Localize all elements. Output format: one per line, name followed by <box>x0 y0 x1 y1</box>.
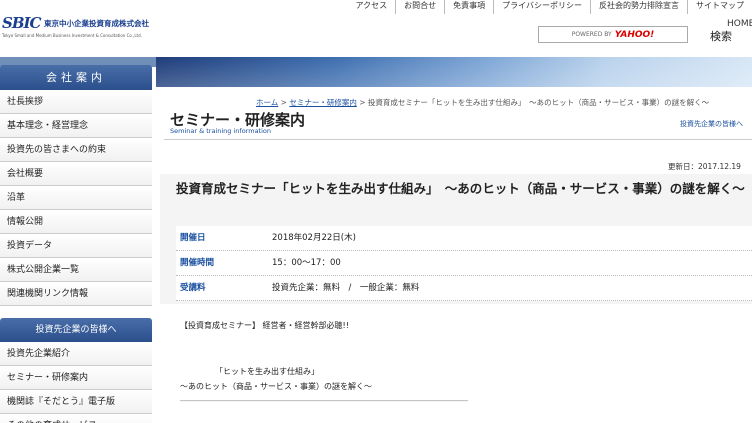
nav-sitemap[interactable]: サイトマップ <box>687 0 752 14</box>
title-divider <box>164 139 752 140</box>
info-value-date: 2018年02月22日(木) <box>272 233 356 243</box>
sidebar-item-promise[interactable]: 投資先の皆さまへの約束 <box>0 138 152 162</box>
logo-english-name: Tokyo Small and Medium Business Investme… <box>2 33 142 38</box>
info-value-fee: 投資先企業：無料 / 一般企業：無料 <box>272 283 420 293</box>
sidebar-item-philosophy[interactable]: 基本理念・経営理念 <box>0 114 152 138</box>
banner-overlay <box>156 57 752 87</box>
sidebar-item-investee-intro[interactable]: 投資先企業紹介 <box>0 342 152 366</box>
info-label-fee: 受講料 <box>180 283 206 293</box>
nav-antisocial[interactable]: 反社会的勢力排除宣言 <box>590 0 687 14</box>
text-divider: ―――――――――――――――――――――――――――――――――――― <box>180 396 468 405</box>
breadcrumb-current: > 投資育成セミナー「ヒットを生み出す仕組み」 ～あのヒット（商品・サービス・事… <box>356 98 710 107</box>
nav-disclaimer[interactable]: 免責事項 <box>444 0 493 14</box>
updated-date: 更新日：2017.12.19 <box>668 162 741 171</box>
table-row: 開催日 2018年02月22日(木) <box>176 226 752 251</box>
quote-line-1: 「ヒットを生み出す仕組み」 <box>215 367 319 376</box>
sidebar-item-overview[interactable]: 会社概要 <box>0 162 152 186</box>
company-logo[interactable]: SBIC 東京中小企業投資育成株式会社 Tokyo Small and Medi… <box>2 14 154 44</box>
sidebar-item-related-links[interactable]: 関連機関リンク情報 <box>0 282 152 306</box>
info-value-time: 15：00～17：00 <box>272 258 341 268</box>
sidebar-item-history[interactable]: 沿革 <box>0 186 152 210</box>
top-navigation: アクセス お問合せ 免責事項 プライバシーポリシー 反社会的勢力排除宣言 サイト… <box>348 0 752 14</box>
breadcrumb-separator: > <box>278 98 290 107</box>
page-subtitle: Seminar & training information <box>170 127 272 135</box>
nav-contact[interactable]: お問合せ <box>395 0 444 14</box>
info-label-date: 開催日 <box>180 233 206 243</box>
sidebar-item-greeting[interactable]: 社長挨拶 <box>0 90 152 114</box>
search-input[interactable]: POWERED BY YAHOO! <box>538 26 688 43</box>
breadcrumb: ホーム > セミナー・研修案内 > 投資育成セミナー「ヒットを生み出す仕組み」 … <box>256 97 709 108</box>
table-row: 受講料 投資先企業：無料 / 一般企業：無料 <box>176 276 752 301</box>
event-info-table: 開催日 2018年02月22日(木) 開催時間 15：00～17：00 受講料 … <box>176 226 752 301</box>
intro-text: 【投資育成セミナー】 経営者・経営幹部必聴!! <box>180 321 349 330</box>
breadcrumb-home[interactable]: ホーム <box>256 98 278 107</box>
sidebar-section-investees[interactable]: 投資先企業の皆様へ <box>0 318 152 342</box>
search-powered-label: POWERED BY <box>571 31 612 38</box>
yahoo-logo: YAHOO! <box>614 29 655 40</box>
logo-mark: SBIC <box>2 14 41 32</box>
logo-company-name: 東京中小企業投資育成株式会社 <box>44 19 149 28</box>
investees-link[interactable]: 投資先企業の皆様へ <box>680 119 743 129</box>
sidebar-item-ipo-list[interactable]: 株式公開企業一覧 <box>0 258 152 282</box>
quote-line-2: ～あのヒット（商品・サービス・事業）の謎を解く～ <box>180 382 372 391</box>
sidebar-item-disclosure[interactable]: 情報公開 <box>0 210 152 234</box>
article-header: 投資育成セミナー「ヒットを生み出す仕組み」 ～あのヒット（商品・サービス・事業）… <box>160 174 752 304</box>
sidebar-item-seminars[interactable]: セミナー・研修案内 <box>0 366 152 390</box>
search-button[interactable]: 検索 <box>710 28 732 44</box>
breadcrumb-seminars[interactable]: セミナー・研修案内 <box>289 98 357 107</box>
sidebar-item-investment-data[interactable]: 投資データ <box>0 234 152 258</box>
sidebar: 会社案内 社長挨拶 基本理念・経営理念 投資先の皆さまへの約束 会社概要 沿革 … <box>0 65 152 423</box>
sidebar-section-company[interactable]: 会社案内 <box>0 65 152 90</box>
table-row: 開催時間 15：00～17：00 <box>176 251 752 276</box>
article-title: 投資育成セミナー「ヒットを生み出す仕組み」 ～あのヒット（商品・サービス・事業）… <box>176 181 745 196</box>
nav-privacy[interactable]: プライバシーポリシー <box>493 0 590 14</box>
info-label-time: 開催時間 <box>180 258 215 268</box>
nav-access[interactable]: アクセス <box>348 0 396 14</box>
sidebar-item-magazine[interactable]: 機関誌『そだとう』電子版 <box>0 390 152 414</box>
sidebar-item-other-services[interactable]: その他の育成サービス <box>0 414 152 423</box>
